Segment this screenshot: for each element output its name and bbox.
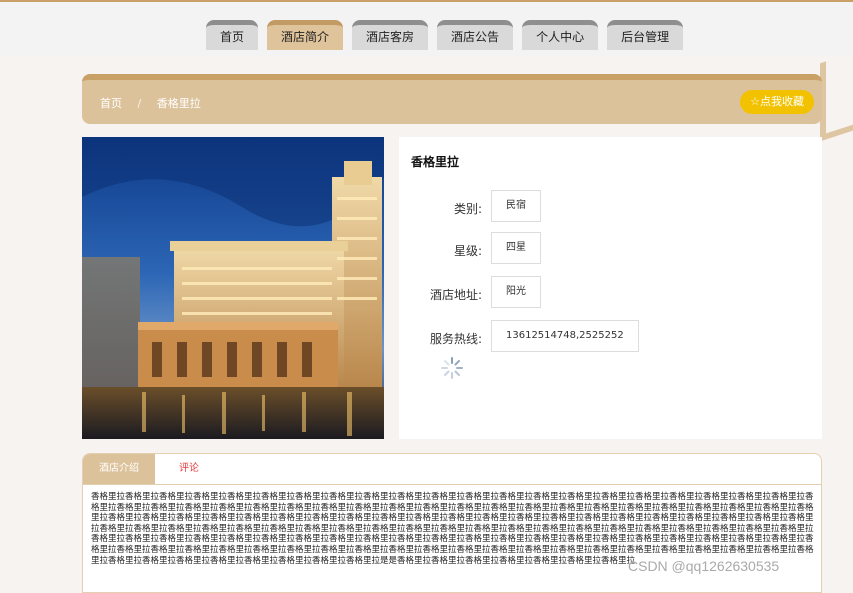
hotel-description: 香格里拉香格里拉香格里拉香格里拉香格里拉香格里拉香格里拉香格里拉香格里拉香格里拉… bbox=[91, 492, 814, 566]
top-navbar: 首页 酒店简介 酒店客房 酒店公告 个人中心 后台管理 bbox=[0, 0, 853, 56]
field-category-value: 民宿 bbox=[491, 190, 541, 222]
hotel-info-panel: 香格里拉 类别: 民宿 星级: 四星 酒店地址: 阳光 服务热线: 136125… bbox=[399, 137, 822, 439]
nav-hotel-rooms[interactable]: 酒店客房 bbox=[352, 20, 429, 50]
breadcrumb-home[interactable]: 首页 bbox=[100, 97, 122, 110]
field-address-label: 酒店地址: bbox=[429, 288, 482, 302]
tab-comments[interactable]: 评论 bbox=[179, 454, 199, 484]
field-address: 酒店地址: 阳光 bbox=[399, 276, 822, 310]
field-star: 星级: 四星 bbox=[399, 232, 822, 266]
breadcrumb-current: 香格里拉 bbox=[156, 97, 201, 110]
field-hotline: 服务热线: 13612514748,2525252 bbox=[399, 320, 822, 354]
field-address-value: 阳光 bbox=[491, 276, 541, 308]
hotel-name: 香格里拉 bbox=[411, 155, 460, 169]
nav-hotel-intro[interactable]: 酒店简介 bbox=[267, 20, 344, 50]
breadcrumb: 首页 / 香格里拉 bbox=[100, 95, 213, 111]
field-star-label: 星级: bbox=[453, 244, 482, 258]
decorative-frame bbox=[820, 52, 853, 142]
hotel-photo bbox=[82, 137, 384, 439]
field-category: 类别: 民宿 bbox=[399, 190, 822, 224]
loading-spinner-icon bbox=[441, 357, 463, 379]
hotel-image bbox=[82, 137, 384, 439]
tab-bar: 酒店介绍 评论 bbox=[83, 454, 821, 485]
nav-admin[interactable]: 后台管理 bbox=[607, 20, 684, 50]
main-nav: 首页 酒店简介 酒店客房 酒店公告 个人中心 后台管理 bbox=[206, 20, 684, 50]
field-star-value: 四星 bbox=[491, 232, 541, 264]
field-hotline-value: 13612514748,2525252 bbox=[491, 320, 639, 352]
nav-home[interactable]: 首页 bbox=[206, 20, 259, 50]
field-hotline-label: 服务热线: bbox=[429, 332, 482, 346]
nav-personal-center[interactable]: 个人中心 bbox=[522, 20, 599, 50]
watermark: CSDN @qq1262630535 bbox=[628, 558, 780, 574]
tab-hotel-intro[interactable]: 酒店介绍 bbox=[83, 454, 155, 484]
favorite-button[interactable]: ☆点我收藏 bbox=[740, 90, 814, 114]
breadcrumb-separator: / bbox=[137, 97, 142, 110]
field-category-label: 类别: bbox=[453, 202, 482, 216]
nav-hotel-notices[interactable]: 酒店公告 bbox=[437, 20, 514, 50]
breadcrumb-bar: 首页 / 香格里拉 ☆点我收藏 bbox=[82, 74, 822, 124]
